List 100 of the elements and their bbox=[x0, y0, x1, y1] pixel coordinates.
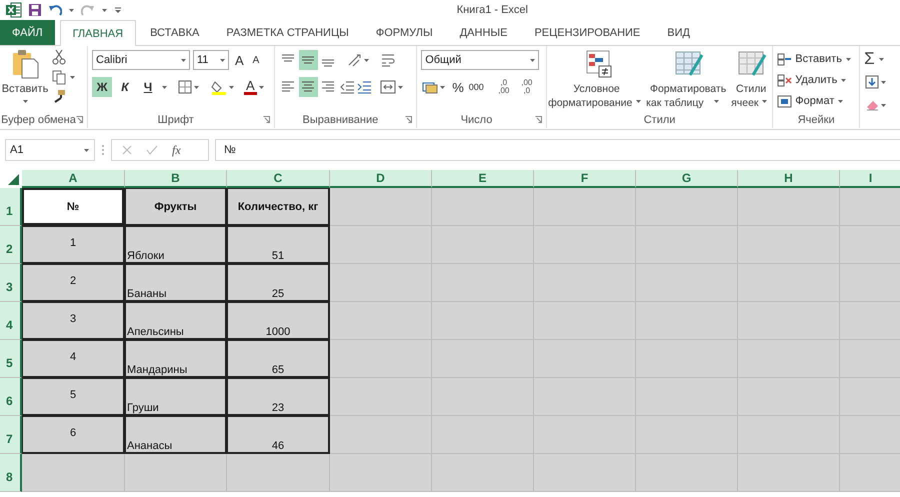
grid-cell[interactable] bbox=[22, 454, 125, 492]
underline-button[interactable]: Ч bbox=[138, 77, 158, 97]
format-cells-button[interactable]: Формат bbox=[777, 91, 852, 111]
decrease-indent-icon[interactable] bbox=[338, 80, 355, 94]
grid-cell[interactable] bbox=[738, 302, 840, 340]
table-cell[interactable]: Фрукты bbox=[125, 188, 227, 226]
grid-cell[interactable] bbox=[636, 226, 738, 264]
enter-icon[interactable] bbox=[146, 145, 158, 155]
customize-icon[interactable] bbox=[114, 5, 122, 15]
cancel-icon[interactable] bbox=[122, 145, 132, 155]
grid-cell[interactable] bbox=[636, 340, 738, 378]
grid-cell[interactable] bbox=[330, 188, 432, 226]
grid-cell[interactable] bbox=[534, 416, 636, 454]
grid-cell[interactable] bbox=[534, 226, 636, 264]
column-header[interactable]: I bbox=[840, 170, 900, 188]
delete-cells-button[interactable]: Удалить bbox=[777, 70, 852, 90]
insert-cells-icon[interactable] bbox=[777, 52, 792, 66]
dialog-launcher-icon[interactable] bbox=[534, 116, 542, 123]
grid-cell[interactable] bbox=[534, 302, 636, 340]
ribbon-tab[interactable]: РАЗМЕТКА СТРАНИЦЫ bbox=[213, 20, 362, 45]
grid-cell[interactable] bbox=[738, 226, 840, 264]
table-cell[interactable]: Количество, кг bbox=[227, 188, 330, 226]
grid-cell[interactable] bbox=[840, 264, 900, 302]
excel-logo-icon[interactable] bbox=[6, 2, 22, 18]
save-icon[interactable] bbox=[28, 3, 42, 17]
bold-button[interactable]: Ж bbox=[92, 77, 112, 97]
table-cell[interactable]: Апельсины bbox=[125, 302, 227, 340]
redo-icon[interactable] bbox=[81, 4, 95, 16]
fill-color-icon[interactable] bbox=[211, 79, 227, 95]
merge-cells-icon[interactable] bbox=[380, 80, 396, 94]
grow-font-button[interactable]: A bbox=[232, 52, 247, 68]
name-box[interactable]: A1 bbox=[5, 139, 95, 161]
table-cell[interactable]: 4 bbox=[22, 340, 125, 378]
table-cell[interactable]: 46 bbox=[227, 416, 330, 454]
font-name-dropdown[interactable]: Calibri bbox=[92, 50, 190, 70]
ribbon-tab[interactable]: ВСТАВКА bbox=[137, 20, 212, 45]
percent-button[interactable]: % bbox=[452, 80, 464, 94]
ribbon-tab[interactable]: РЕЦЕНЗИРОВАНИЕ bbox=[521, 20, 654, 45]
delete-cells-icon[interactable] bbox=[777, 72, 792, 88]
row-header[interactable]: 5 bbox=[0, 340, 22, 378]
font-color-button[interactable]: A bbox=[243, 77, 266, 97]
font-size-dropdown[interactable]: 11 bbox=[193, 50, 229, 70]
table-cell[interactable]: 1 bbox=[22, 226, 125, 264]
grid-cell[interactable] bbox=[636, 264, 738, 302]
grid-cell[interactable] bbox=[738, 454, 840, 492]
grid-cell[interactable] bbox=[840, 416, 900, 454]
format-painter-icon[interactable] bbox=[52, 89, 66, 103]
row-header[interactable]: 6 bbox=[0, 378, 22, 416]
table-cell[interactable]: 51 bbox=[227, 226, 330, 264]
copy-icon[interactable] bbox=[52, 70, 66, 84]
dialog-launcher-icon[interactable] bbox=[76, 116, 83, 123]
grid-cell[interactable] bbox=[840, 378, 900, 416]
grid-cell[interactable] bbox=[227, 454, 330, 492]
table-cell[interactable]: Мандарины bbox=[125, 340, 227, 378]
grid-cell[interactable] bbox=[636, 378, 738, 416]
grid-cell[interactable] bbox=[840, 302, 900, 340]
grid-cell[interactable] bbox=[330, 264, 432, 302]
thousands-separator-button[interactable]: 000 bbox=[468, 82, 484, 92]
row-header[interactable]: 1 bbox=[0, 188, 22, 226]
table-cell[interactable]: 1000 bbox=[227, 302, 330, 340]
grid-cell[interactable] bbox=[125, 454, 227, 492]
grid-cell[interactable] bbox=[432, 226, 534, 264]
italic-button[interactable]: К bbox=[115, 77, 135, 97]
format-as-table-button[interactable]: Форматировать как таблицу bbox=[646, 49, 730, 112]
cell-styles-button[interactable]: Стили ячеек bbox=[731, 49, 772, 112]
insert-cells-button[interactable]: Вставить bbox=[777, 49, 852, 69]
column-header[interactable]: H bbox=[738, 170, 840, 188]
table-cell[interactable]: 2 bbox=[22, 264, 125, 302]
grid-cell[interactable] bbox=[840, 454, 900, 492]
scissors-icon[interactable] bbox=[52, 49, 66, 65]
grid-cell[interactable] bbox=[432, 302, 534, 340]
column-header[interactable]: A bbox=[22, 170, 125, 188]
dialog-launcher-icon[interactable] bbox=[405, 116, 412, 123]
currency-icon[interactable] bbox=[422, 80, 438, 94]
table-cell[interactable]: 5 bbox=[22, 378, 125, 416]
column-header[interactable]: F bbox=[534, 170, 636, 188]
grid-cell[interactable] bbox=[330, 226, 432, 264]
table-cell[interactable]: Груши bbox=[125, 378, 227, 416]
table-cell[interactable]: Яблоки bbox=[125, 226, 227, 264]
active-cell[interactable]: № bbox=[22, 188, 125, 226]
grid-cell[interactable] bbox=[636, 188, 738, 226]
column-header[interactable]: C bbox=[227, 170, 330, 188]
column-header[interactable]: D bbox=[330, 170, 432, 188]
grid-cell[interactable] bbox=[636, 454, 738, 492]
grid-cell[interactable] bbox=[534, 340, 636, 378]
column-header[interactable]: G bbox=[636, 170, 738, 188]
grid-cell[interactable] bbox=[636, 302, 738, 340]
grid-cell[interactable] bbox=[636, 416, 738, 454]
ribbon-tab[interactable]: ФОРМУЛЫ bbox=[362, 20, 446, 45]
conditional-formatting-button[interactable]: Условное форматирование bbox=[548, 49, 646, 112]
ribbon-tab[interactable]: ГЛАВНАЯ bbox=[60, 20, 136, 46]
table-cell[interactable]: 23 bbox=[227, 378, 330, 416]
formula-field[interactable]: № bbox=[215, 139, 900, 161]
grid-cell[interactable] bbox=[534, 378, 636, 416]
grid-cell[interactable] bbox=[534, 264, 636, 302]
grid-cell[interactable] bbox=[432, 264, 534, 302]
grid-cell[interactable] bbox=[432, 416, 534, 454]
table-cell[interactable]: 3 bbox=[22, 302, 125, 340]
row-header[interactable]: 7 bbox=[0, 416, 22, 454]
ribbon-tab[interactable]: ДАННЫЕ bbox=[446, 20, 520, 45]
